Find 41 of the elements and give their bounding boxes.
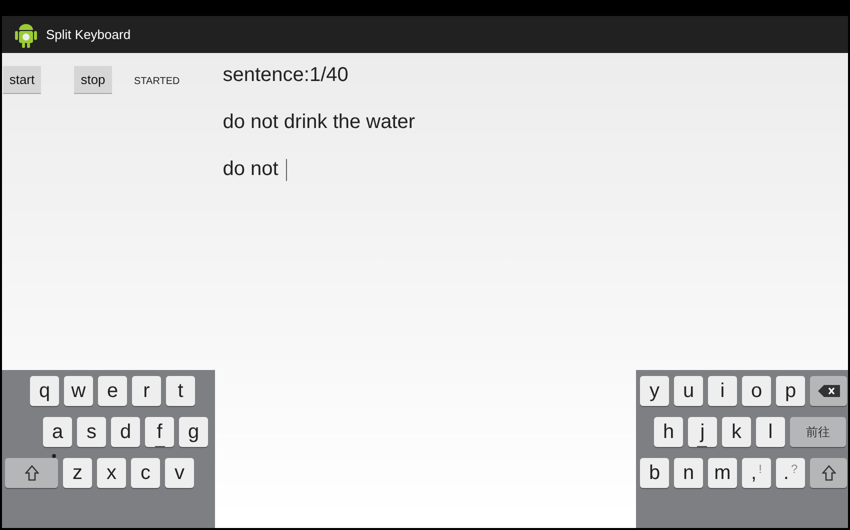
- key[interactable]: q: [30, 376, 59, 406]
- key[interactable]: .?: [776, 458, 805, 488]
- shift-key[interactable]: [810, 458, 847, 488]
- stop-button[interactable]: stop: [74, 66, 112, 93]
- key[interactable]: f: [145, 417, 174, 447]
- key[interactable]: v: [165, 458, 194, 488]
- target-sentence: do not drink the water: [222, 110, 416, 135]
- key[interactable]: w: [64, 376, 93, 406]
- key[interactable]: m: [708, 458, 737, 488]
- key[interactable]: z: [63, 458, 92, 488]
- sentence-counter: sentence:1/40: [222, 63, 350, 88]
- key[interactable]: o: [742, 376, 771, 406]
- key[interactable]: a: [43, 417, 72, 447]
- shift-icon: [24, 465, 38, 481]
- key[interactable]: e: [98, 376, 127, 406]
- status-label: STARTED: [134, 75, 180, 89]
- key[interactable]: ,!: [742, 458, 771, 488]
- key[interactable]: p: [776, 376, 805, 406]
- key[interactable]: c: [131, 458, 160, 488]
- backspace-icon: [818, 385, 840, 397]
- key[interactable]: x: [97, 458, 126, 488]
- go-key[interactable]: 前往: [790, 417, 846, 447]
- key[interactable]: y: [640, 376, 669, 406]
- key[interactable]: i: [708, 376, 737, 406]
- key[interactable]: k: [722, 417, 751, 447]
- key[interactable]: d: [111, 417, 140, 447]
- key[interactable]: l: [756, 417, 785, 447]
- key[interactable]: s: [77, 417, 106, 447]
- key[interactable]: j: [688, 417, 717, 447]
- key[interactable]: n: [674, 458, 703, 488]
- key[interactable]: t: [166, 376, 195, 406]
- key[interactable]: g: [179, 417, 208, 447]
- backspace-key[interactable]: [810, 376, 847, 406]
- key[interactable]: h: [654, 417, 683, 447]
- key[interactable]: u: [674, 376, 703, 406]
- app-title: Split Keyboard: [46, 26, 131, 44]
- key[interactable]: b: [640, 458, 669, 488]
- input-field[interactable]: do not: [222, 157, 416, 182]
- shift-icon: [822, 465, 836, 481]
- key[interactable]: r: [132, 376, 161, 406]
- start-button[interactable]: start: [3, 66, 41, 93]
